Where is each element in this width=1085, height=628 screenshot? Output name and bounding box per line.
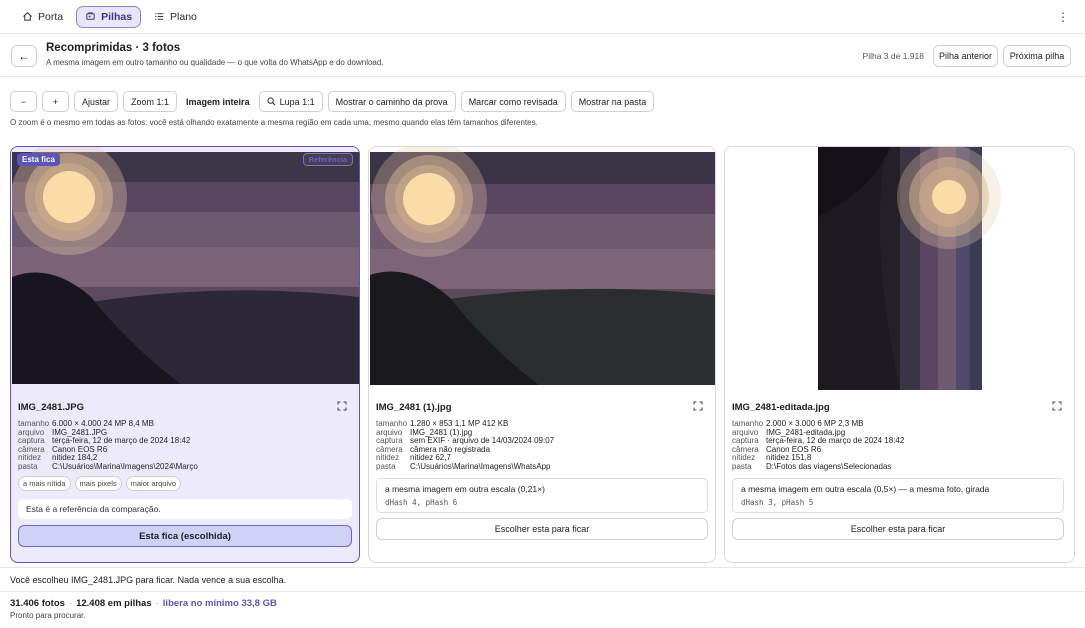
photo-filename-3: IMG_2481-editada.jpg: [732, 402, 830, 413]
photo-tags-1: a mais nítida mais pixels maior arquivo: [18, 476, 182, 491]
similarity-box-3: a mesma imagem em outra escala (0,5×) — …: [732, 478, 1064, 513]
meta-key: pasta: [376, 461, 396, 471]
choose-to-keep-button[interactable]: Escolher esta para ficar: [376, 518, 708, 540]
next-stack-button[interactable]: Próxima pilha: [1003, 45, 1071, 67]
rotated-image-3: [818, 147, 1001, 390]
tag-biggest-file: maior arquivo: [125, 476, 182, 491]
photo-filename-2: IMG_2481 (1).jpg: [376, 402, 452, 413]
whole-image-label[interactable]: Imagem inteira: [182, 97, 254, 107]
home-icon: [23, 12, 32, 21]
stack-count: 12.408 em pilhas: [76, 598, 152, 609]
nav-plano[interactable]: Plano: [145, 6, 206, 28]
expand-icon[interactable]: [1052, 401, 1062, 411]
expand-icon[interactable]: [693, 401, 703, 411]
nav-pilhas[interactable]: Pilhas: [76, 5, 142, 28]
page-title: Recomprimidas · 3 fotos: [46, 42, 181, 54]
zoom-note: O zoom é o mesmo em todas as fotos: você…: [10, 118, 538, 127]
reference-note: Esta é a referência da comparação.: [18, 499, 352, 519]
similarity-hash: dHash 4, pHash 6: [385, 498, 458, 507]
similarity-box-2: a mesma imagem em outra escala (0,21×) d…: [376, 478, 708, 513]
stack-icon: [86, 12, 95, 20]
nav-plano-label: Plano: [170, 10, 197, 23]
choose-to-keep-button[interactable]: Escolher esta para ficar: [732, 518, 1064, 540]
tag-sharpest: a mais nítida: [18, 476, 71, 491]
meta-value: C:\Usuários\Marina\Imagens\WhatsApp: [410, 461, 551, 471]
keep-chosen-button[interactable]: Esta fica (escolhida): [18, 525, 352, 547]
show-proof-button[interactable]: Mostrar o caminho da prova: [327, 91, 456, 112]
meta-key: pasta: [18, 461, 38, 471]
photo-filename-1: IMG_2481.JPG: [18, 402, 85, 413]
page-subtitle: A mesma imagem em outro tamanho ou quali…: [46, 58, 384, 67]
list-icon: [155, 13, 164, 20]
photo-preview-2[interactable]: [369, 147, 715, 390]
meta-value: C:\Usuários\Marina\Imagens\2024\Março: [52, 461, 198, 471]
photo-meta-3: tamanho 2.000 × 3.000 6 MP 2,3 MB arquivo…: [732, 419, 904, 472]
meta-key: pasta: [732, 461, 752, 471]
loupe-label: Lupa 1:1: [279, 96, 315, 107]
space-freed: libera no mínimo 33,8 GB: [162, 598, 277, 609]
photo-meta-2: tamanho 1.280 × 853 1,1 MP 412 KB arquivo…: [376, 419, 554, 472]
mark-reviewed-button[interactable]: Marcar como revisada: [460, 91, 566, 112]
photo-meta-1: tamanho 6.000 × 4.000 24 MP 8,4 MB arquiv…: [18, 419, 198, 472]
fit-button[interactable]: Ajustar: [74, 91, 119, 112]
zoom-out-button[interactable]: −: [10, 91, 37, 112]
photo-count: 31.406 fotos: [10, 598, 65, 609]
status-text: Pronto para procurar.: [10, 611, 86, 620]
photo-card-2[interactable]: IMG_2481 (1).jpg tamanho 1.280 × 853 1,1 …: [368, 146, 716, 563]
top-nav: Porta Pilhas Plano ⋮: [0, 0, 1085, 34]
nav-porta-label: Porta: [38, 10, 64, 23]
show-in-folder-button[interactable]: Mostrar na pasta: [570, 91, 655, 112]
arrow-left-icon: ←: [18, 49, 30, 63]
nav-porta[interactable]: Porta: [13, 6, 72, 28]
reference-badge: Referência: [302, 153, 353, 166]
sunset-image-1: [11, 147, 359, 384]
loupe-button[interactable]: Lupa 1:1: [258, 91, 323, 112]
zoom-1-button[interactable]: Zoom 1:1: [123, 91, 178, 112]
stack-header: ← Recomprimidas · 3 fotos A mesma imagem…: [0, 35, 1085, 77]
expand-icon[interactable]: [337, 401, 347, 411]
stack-counter: Pilha 3 de 1.918: [862, 51, 924, 61]
zoom-toolbar: − + Ajustar Zoom 1:1 Imagem inteira Lupa…: [10, 91, 655, 112]
sunset-image-2: [370, 147, 715, 385]
zoom-in-button[interactable]: +: [42, 91, 69, 112]
meta-value: D:\Fotos das viagens\Selecionadas: [766, 461, 892, 471]
photo-preview-3[interactable]: [725, 147, 1074, 390]
photo-card-3[interactable]: IMG_2481-editada.jpg tamanho 2.000 × 3.00…: [724, 146, 1075, 563]
keep-badge: Esta fica: [17, 153, 60, 166]
nav-pilhas-label: Pilhas: [101, 10, 133, 23]
stats-line: 31.406 fotos · 12.408 em pilhas · libera no …: [10, 598, 277, 609]
kebab-icon[interactable]: ⋮: [1055, 9, 1071, 25]
similarity-text: a mesma imagem em outra escala (0,5×) — …: [741, 484, 990, 494]
similarity-hash: dHash 3, pHash 5: [741, 498, 814, 507]
choice-message: Você escolheu IMG_2481.JPG para ficar. N…: [0, 567, 1085, 592]
back-button[interactable]: ←: [11, 45, 37, 67]
photo-preview-1[interactable]: Esta fica Referência: [11, 147, 359, 390]
prev-stack-button[interactable]: Pilha anterior: [933, 45, 998, 67]
tag-most-pixels: mais pixels: [74, 476, 122, 491]
magnifier-icon: [266, 97, 276, 106]
photo-card-1[interactable]: Esta fica Referência IMG_2481.JPG tamanh…: [10, 146, 360, 563]
similarity-text: a mesma imagem em outra escala (0,21×): [385, 484, 545, 494]
